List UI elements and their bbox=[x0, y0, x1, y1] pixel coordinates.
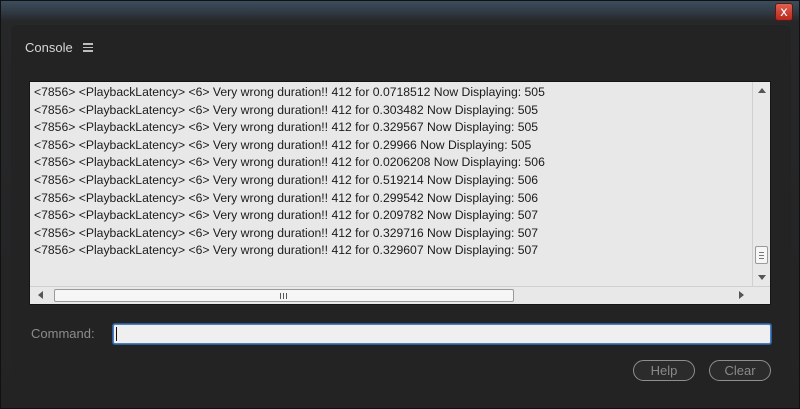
scroll-right-arrow-icon[interactable] bbox=[739, 291, 744, 299]
vertical-scroll-thumb[interactable] bbox=[755, 246, 768, 264]
clear-button[interactable]: Clear bbox=[709, 360, 771, 381]
log-line: <7856> <PlaybackLatency> <6> Very wrong … bbox=[34, 155, 545, 170]
text-caret bbox=[116, 327, 117, 341]
window-close-button[interactable]: x bbox=[775, 3, 793, 21]
console-log: <7856> <PlaybackLatency> <6> Very wrong … bbox=[30, 82, 752, 286]
hamburger-menu-icon[interactable] bbox=[82, 43, 93, 52]
command-input[interactable] bbox=[113, 324, 771, 344]
console-window: x Console <7856> <PlaybackLatency> <6> V… bbox=[0, 0, 800, 409]
log-line: <7856> <PlaybackLatency> <6> Very wrong … bbox=[34, 137, 532, 152]
panel-title: Console bbox=[25, 39, 73, 55]
log-line: <7856> <PlaybackLatency> <6> Very wrong … bbox=[34, 102, 539, 117]
log-line: <7856> <PlaybackLatency> <6> Very wrong … bbox=[34, 120, 539, 135]
log-line: <7856> <PlaybackLatency> <6> Very wrong … bbox=[34, 172, 539, 187]
close-icon: x bbox=[780, 5, 788, 20]
log-line: <7856> <PlaybackLatency> <6> Very wrong … bbox=[34, 225, 539, 240]
console-output: <7856> <PlaybackLatency> <6> Very wrong … bbox=[29, 81, 771, 305]
log-line: <7856> <PlaybackLatency> <6> Very wrong … bbox=[34, 190, 539, 205]
horizontal-scrollbar[interactable] bbox=[30, 286, 770, 304]
scroll-left-arrow-icon[interactable] bbox=[38, 291, 43, 299]
vertical-scrollbar[interactable] bbox=[752, 82, 770, 286]
command-row: Command: bbox=[31, 324, 771, 346]
command-label: Command: bbox=[31, 326, 95, 341]
log-line: <7856> <PlaybackLatency> <6> Very wrong … bbox=[34, 243, 539, 258]
scroll-down-arrow-icon[interactable] bbox=[758, 275, 766, 280]
help-button[interactable]: Help bbox=[633, 360, 695, 381]
scroll-up-arrow-icon[interactable] bbox=[758, 88, 766, 93]
log-line: <7856> <PlaybackLatency> <6> Very wrong … bbox=[34, 208, 539, 223]
log-line: <7856> <PlaybackLatency> <6> Very wrong … bbox=[34, 85, 545, 99]
horizontal-scroll-thumb[interactable] bbox=[54, 289, 514, 302]
panel-header: Console bbox=[25, 37, 93, 57]
console-panel: Console <7856> <PlaybackLatency> <6> Ver… bbox=[11, 25, 791, 405]
